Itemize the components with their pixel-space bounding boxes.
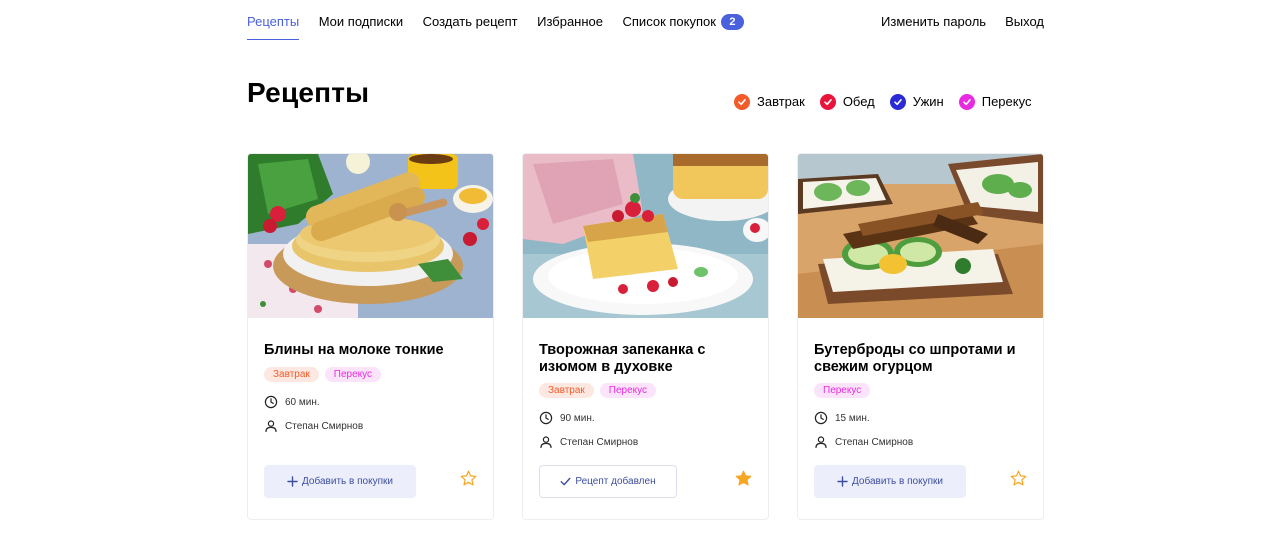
nav-subscriptions-label: Мои подписки (318, 14, 404, 29)
page-title: Рецепты (247, 77, 370, 108)
time-value: 15 мин. (835, 412, 870, 424)
nav-favorites[interactable]: Избранное (537, 0, 603, 40)
filter-lunch[interactable]: Обед (819, 93, 875, 110)
user-icon (539, 435, 553, 449)
main-menu: Рецепты Мои подписки Создать рецепт Избр… (247, 0, 763, 40)
recipe-time: 15 мин. (814, 411, 870, 425)
nav-shopping-list[interactable]: Список покупок 2 (623, 0, 744, 40)
recipe-author[interactable]: Степан Смирнов (264, 419, 363, 433)
recipe-author[interactable]: Степан Смирнов (814, 435, 913, 449)
favorite-star-icon[interactable] (1010, 470, 1027, 487)
time-value: 60 мин. (285, 396, 320, 408)
recipe-card: Творожная запеканка с изюмом в духовке З… (522, 153, 769, 520)
plus-icon (287, 476, 298, 487)
meal-filters: Завтрак Обед Ужин Перекус (734, 93, 1046, 110)
clock-icon (814, 411, 828, 425)
recipe-added-label: Рецепт добавлен (575, 476, 656, 487)
filter-lunch-label: Обед (842, 94, 875, 109)
add-to-shopping-label: Добавить в покупки (302, 476, 393, 487)
nav-logout[interactable]: Выход (1005, 0, 1044, 40)
recipe-image-casserole[interactable] (523, 154, 768, 318)
plus-icon (837, 476, 848, 487)
tag-snack: Перекус (814, 383, 871, 398)
user-icon (814, 435, 828, 449)
filter-dinner[interactable]: Ужин (889, 93, 944, 110)
account-menu: Изменить пароль Выход (862, 0, 1044, 40)
recipe-author[interactable]: Степан Смирнов (539, 435, 638, 449)
recipe-grid: Блины на молоке тонкие Завтрак Перекус 6… (247, 153, 1044, 520)
check-icon (734, 93, 750, 110)
nav-change-password-label: Изменить пароль (881, 14, 987, 29)
recipe-title[interactable]: Творожная запеканка с изюмом в духовке (539, 342, 759, 376)
recipe-tags: Завтрак Перекус (539, 383, 662, 398)
tag-snack: Перекус (324, 367, 382, 382)
checkmark-icon (560, 476, 571, 487)
time-value: 90 мин. (560, 412, 595, 424)
recipe-card: Блины на молоке тонкие Завтрак Перекус 6… (247, 153, 494, 520)
check-icon (889, 93, 906, 110)
tag-breakfast: Завтрак (264, 367, 319, 382)
nav-subscriptions[interactable]: Мои подписки (319, 0, 403, 40)
favorite-star-filled-icon[interactable] (735, 470, 752, 487)
check-icon (958, 93, 975, 110)
clock-icon (539, 411, 553, 425)
nav-recipes[interactable]: Рецепты (247, 0, 300, 40)
nav-shopping-list-label: Список покупок (622, 14, 716, 29)
author-name: Степан Смирнов (285, 420, 364, 432)
recipe-title[interactable]: Блины на молоке тонкие (264, 342, 484, 359)
add-to-shopping-button[interactable]: Добавить в покупки (264, 465, 416, 498)
tag-snack: Перекус (599, 383, 657, 398)
filter-snack-label: Перекус (981, 94, 1032, 109)
filter-breakfast-label: Завтрак (757, 94, 805, 109)
filter-snack[interactable]: Перекус (958, 93, 1032, 110)
recipe-added-button[interactable]: Рецепт добавлен (539, 465, 677, 498)
favorite-star-icon[interactable] (460, 470, 477, 487)
nav-change-password[interactable]: Изменить пароль (881, 0, 986, 40)
recipe-image-pancakes[interactable] (248, 154, 493, 318)
top-navigation: Рецепты Мои подписки Создать рецепт Избр… (247, 0, 1044, 40)
author-name: Степан Смирнов (560, 436, 639, 448)
recipe-card: Бутерброды со шпротами и свежим огурцом … (797, 153, 1044, 520)
recipe-time: 60 мин. (264, 395, 320, 409)
clock-icon (264, 395, 278, 409)
add-to-shopping-label: Добавить в покупки (852, 476, 943, 487)
recipe-tags: Завтрак Перекус (264, 367, 387, 382)
recipe-image-sandwiches[interactable] (798, 154, 1043, 318)
add-to-shopping-button[interactable]: Добавить в покупки (814, 465, 966, 498)
nav-favorites-label: Избранное (537, 14, 603, 29)
check-icon (819, 93, 836, 110)
shopping-count-badge: 2 (720, 14, 744, 30)
tag-breakfast: Завтрак (539, 383, 594, 398)
nav-create-recipe-label: Создать рецепт (422, 14, 518, 29)
nav-recipes-label: Рецепты (247, 14, 300, 29)
author-name: Степан Смирнов (835, 436, 914, 448)
nav-create-recipe[interactable]: Создать рецепт (423, 0, 518, 40)
user-icon (264, 419, 278, 433)
nav-logout-label: Выход (1005, 14, 1044, 29)
filter-dinner-label: Ужин (912, 94, 944, 109)
filter-breakfast[interactable]: Завтрак (734, 93, 805, 110)
recipe-title[interactable]: Бутерброды со шпротами и свежим огурцом (814, 342, 1034, 376)
recipe-tags: Перекус (814, 383, 876, 398)
recipe-time: 90 мин. (539, 411, 595, 425)
